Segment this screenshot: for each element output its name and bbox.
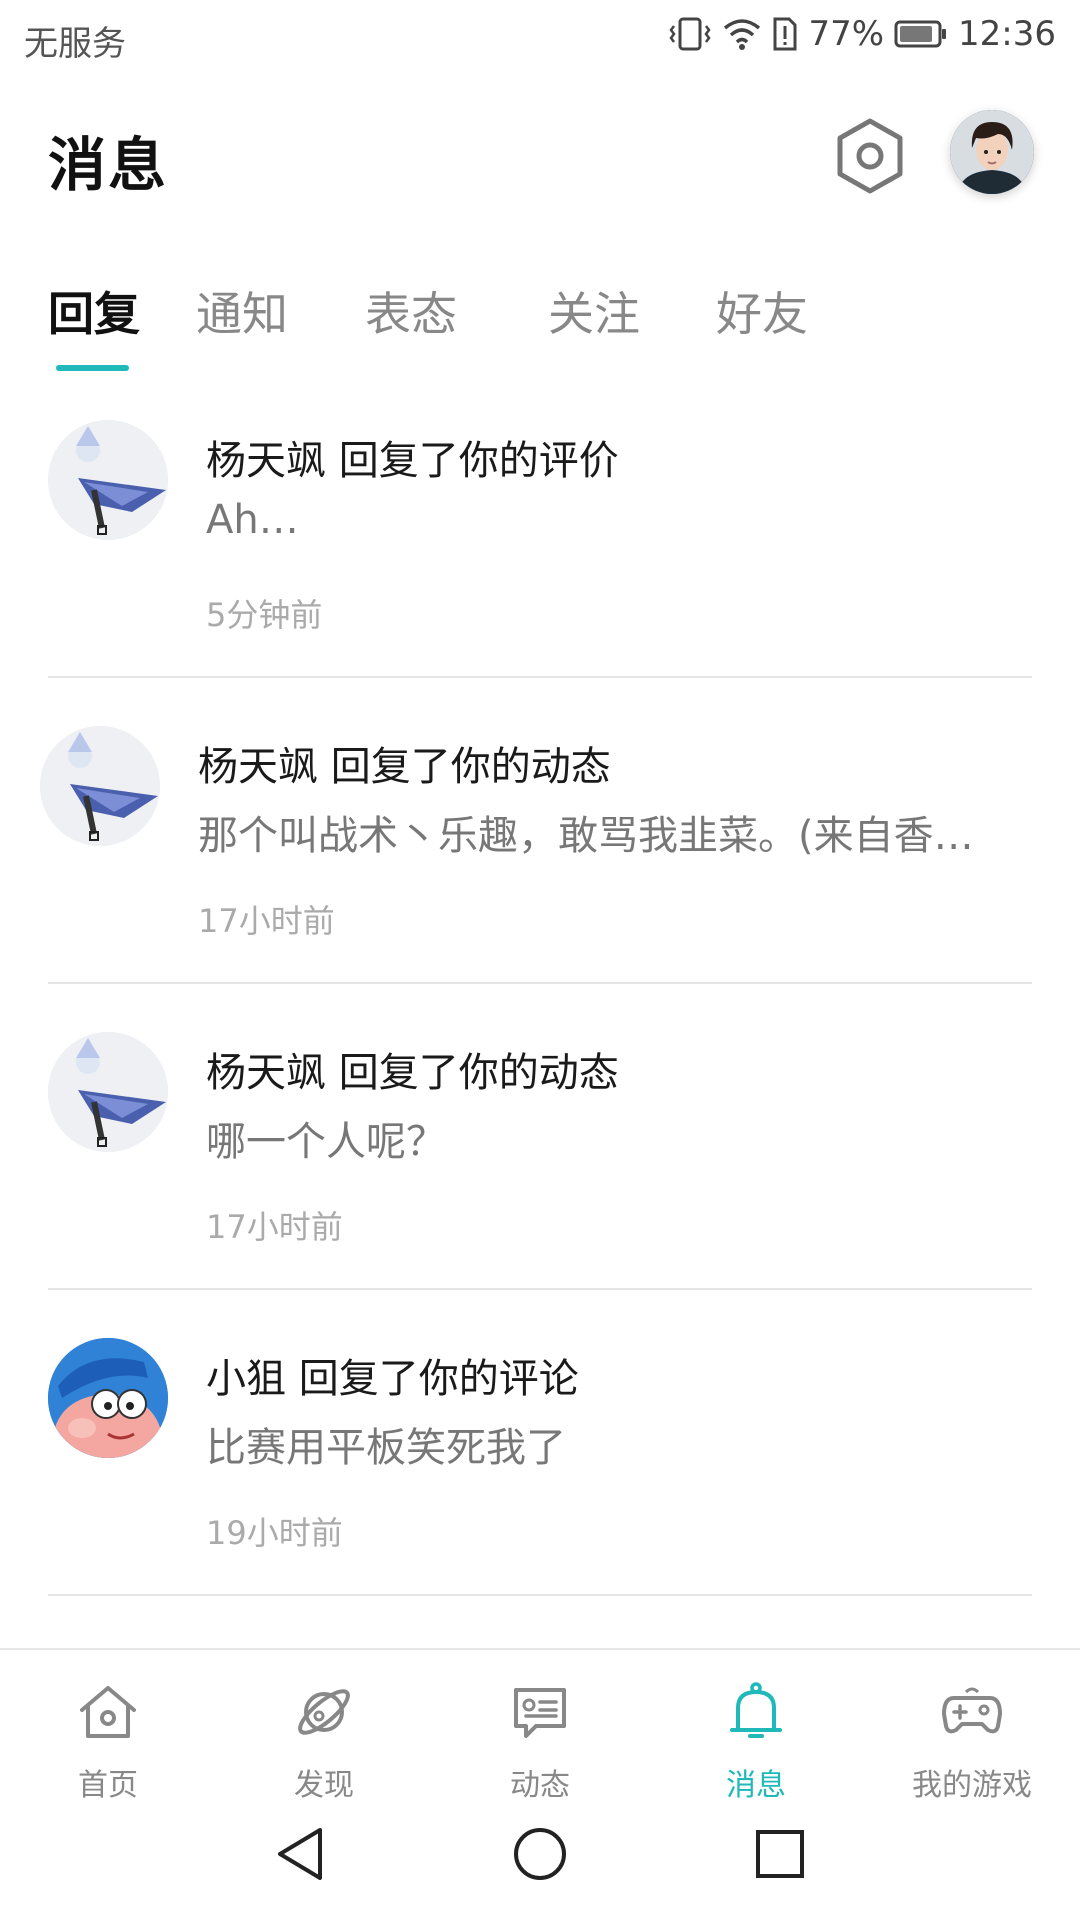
bell-icon — [730, 1682, 782, 1738]
message-body: 那个叫战术丶乐趣，敢骂我韭菜。(来自香… — [198, 813, 974, 859]
message-time: 17小时前 — [198, 902, 335, 940]
nav-messages[interactable]: 消息 — [648, 1650, 864, 1803]
recents-square-icon[interactable] — [750, 1824, 810, 1884]
message-item[interactable]: 杨天飒 回复了你的动态 哪一个人呢？ 17小时前 — [0, 1012, 1080, 1318]
wifi-icon — [724, 19, 761, 50]
message-item[interactable]: 小狙 回复了你的评论 比赛用平板笑死我了 19小时前 — [0, 1318, 1080, 1624]
carrier-text: 无服务 — [24, 24, 126, 64]
clock-time: 12:36 — [958, 14, 1056, 54]
message-body: 哪一个人呢？ — [206, 1119, 446, 1165]
message-title: 杨天飒 回复了你的动态 — [198, 744, 611, 790]
status-bar: 无服务 77% 12:36 — [0, 0, 1080, 72]
home-circle-icon[interactable] — [510, 1824, 570, 1884]
settings-button[interactable] — [836, 118, 904, 194]
chat-card-icon — [514, 1688, 566, 1738]
battery-icon — [894, 20, 947, 48]
tab-notifications[interactable]: 通知 — [196, 278, 288, 344]
status-icons: 77% 12:36 — [668, 14, 1056, 54]
planet-icon — [298, 1689, 350, 1735]
bottom-nav: 首页 发现 动态 消息 我的游戏 — [0, 1648, 1080, 1803]
tab-follows[interactable]: 关注 — [548, 278, 640, 344]
tab-reply[interactable]: 回复 — [48, 278, 140, 344]
sim-alert-icon — [773, 17, 797, 51]
message-item[interactable]: 杨天飒 回复了你的动态 那个叫战术丶乐趣，敢骂我韭菜。(来自香… 17小时前 — [0, 706, 1080, 1012]
divider — [48, 1288, 1032, 1290]
nav-discover[interactable]: 发现 — [216, 1650, 432, 1803]
sender-avatar[interactable] — [48, 420, 168, 540]
gamepad-icon — [942, 1687, 1002, 1734]
nav-my-games[interactable]: 我的游戏 — [864, 1650, 1080, 1803]
message-body: 比赛用平板笑死我了 — [206, 1425, 566, 1471]
page-title: 消息 — [48, 131, 169, 199]
sender-avatar[interactable] — [48, 1032, 168, 1152]
nav-home[interactable]: 首页 — [0, 1650, 216, 1803]
divider — [48, 676, 1032, 678]
message-title: 杨天飒 回复了你的评价 — [206, 438, 619, 484]
gear-icon — [837, 118, 903, 194]
vibrate-icon — [669, 17, 711, 51]
home-icon — [80, 1686, 136, 1738]
message-title: 杨天飒 回复了你的动态 — [206, 1050, 619, 1096]
back-triangle-icon[interactable] — [270, 1824, 330, 1884]
sender-avatar[interactable] — [48, 1338, 168, 1458]
divider — [48, 1594, 1032, 1596]
message-title: 小狙 回复了你的评论 — [206, 1356, 579, 1402]
nav-feed[interactable]: 动态 — [432, 1650, 648, 1803]
system-nav-bar — [0, 1798, 1080, 1920]
message-time: 5分钟前 — [206, 596, 323, 634]
battery-percent: 77% — [808, 14, 885, 54]
active-tab-indicator — [56, 365, 129, 371]
divider — [48, 982, 1032, 984]
message-time: 17小时前 — [206, 1208, 343, 1246]
tab-friends[interactable]: 好友 — [716, 278, 808, 344]
message-time: 19小时前 — [206, 1514, 343, 1552]
tab-reactions[interactable]: 表态 — [365, 278, 457, 344]
message-body: Ah… — [206, 497, 299, 543]
message-item[interactable]: 杨天飒 回复了你的评价 Ah… 5分钟前 — [0, 400, 1080, 706]
my-avatar[interactable] — [950, 110, 1034, 194]
sender-avatar[interactable] — [40, 726, 160, 846]
